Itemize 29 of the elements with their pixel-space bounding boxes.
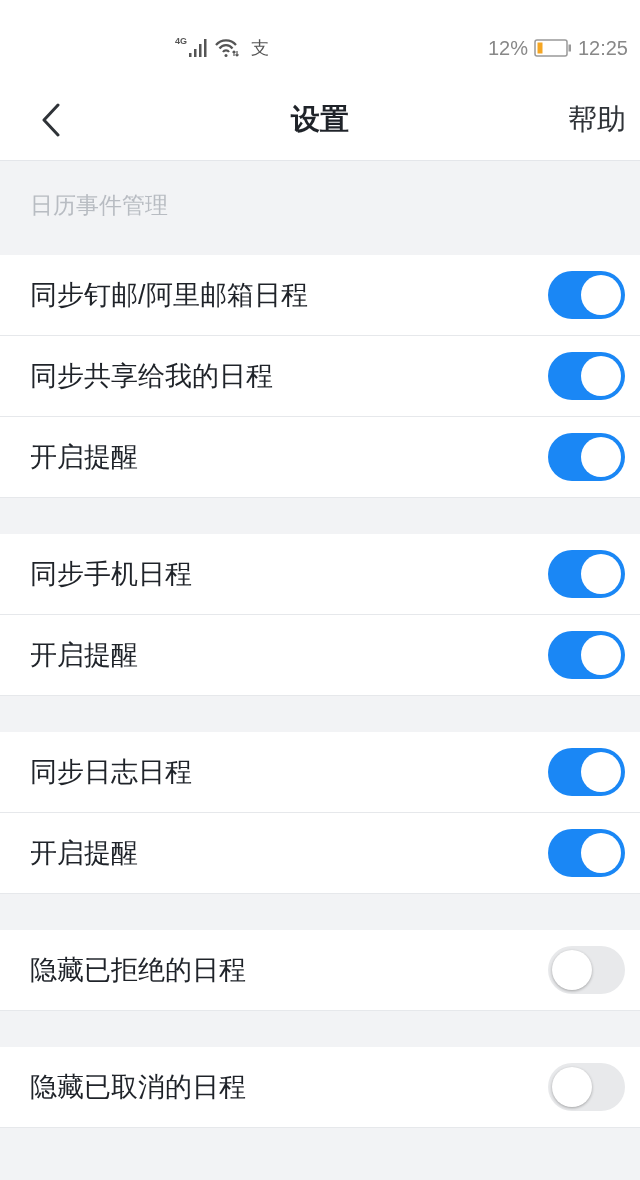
help-button[interactable]: 帮助: [568, 98, 626, 142]
toggle-switch[interactable]: [548, 748, 625, 796]
setting-label: 同步日志日程: [30, 755, 192, 789]
toggle-switch[interactable]: [548, 352, 625, 400]
signal-icon: [189, 39, 207, 57]
setting-label: 隐藏已取消的日程: [30, 1070, 246, 1104]
setting-label: 开启提醒: [30, 440, 138, 474]
setting-label: 开启提醒: [30, 836, 138, 870]
toggle-switch[interactable]: [548, 1063, 625, 1111]
wifi-icon: [215, 39, 241, 57]
setting-label: 隐藏已拒绝的日程: [30, 953, 246, 987]
toggle-switch[interactable]: [548, 433, 625, 481]
setting-label: 同步钉邮/阿里邮箱日程: [30, 278, 308, 312]
toggle-switch[interactable]: [548, 631, 625, 679]
toggle-switch[interactable]: [548, 550, 625, 598]
setting-label: 同步共享给我的日程: [30, 359, 273, 393]
section-label: 日历事件管理: [30, 192, 168, 218]
battery-icon: [533, 39, 572, 57]
network-type: 4G: [175, 37, 187, 46]
toggle-switch[interactable]: [548, 946, 625, 994]
toggle-switch[interactable]: [548, 829, 625, 877]
toggle-switch[interactable]: [548, 271, 625, 319]
notification-glyph: 支: [251, 39, 269, 57]
setting-label: 同步手机日程: [30, 557, 192, 591]
setting-label: 开启提醒: [30, 638, 138, 672]
page-title: 设置: [291, 102, 349, 138]
clock-time: 12:25: [577, 38, 628, 58]
back-icon: [41, 103, 61, 137]
battery-percent: 12%: [487, 38, 528, 58]
